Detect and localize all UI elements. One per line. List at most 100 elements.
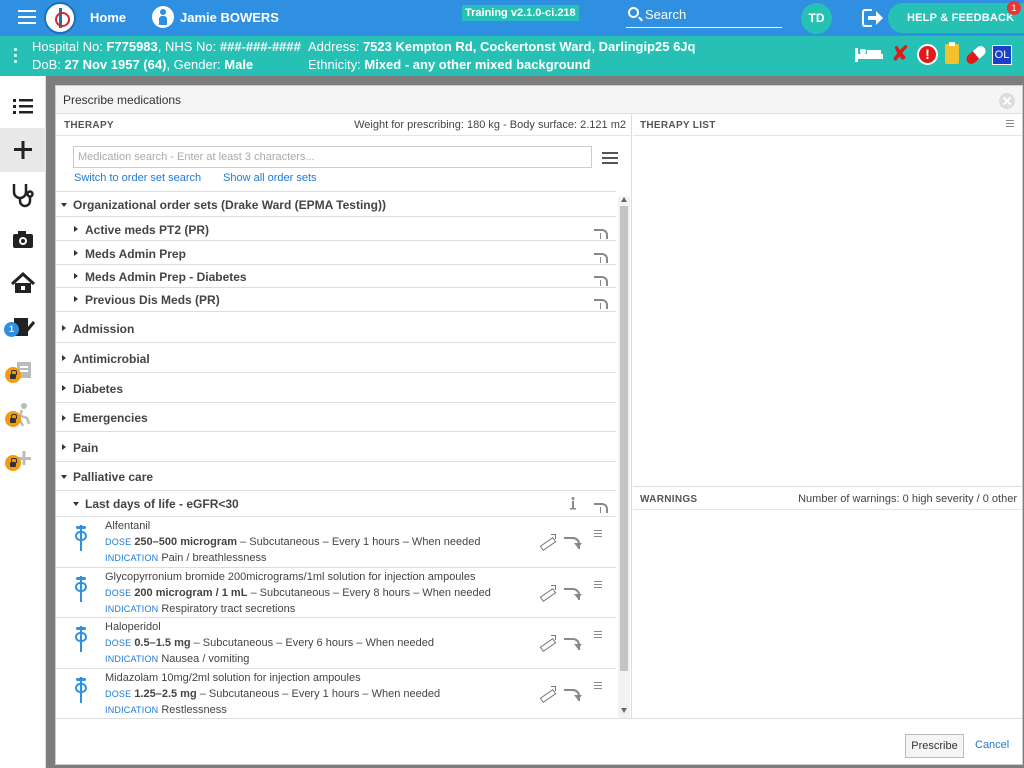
ol-badge[interactable]: OL [992, 45, 1012, 65]
address-line: Address: 7523 Kempton Rd, Cockertonst Wa… [308, 39, 695, 54]
tree-group[interactable]: Antimicrobial [56, 343, 616, 373]
home-link[interactable]: Home [90, 10, 126, 25]
edit-prescription-icon[interactable] [540, 585, 558, 600]
logout-icon[interactable] [862, 9, 883, 27]
bed-icon[interactable] [855, 48, 883, 62]
dob-label: DoB: [32, 57, 61, 72]
nav-list[interactable] [0, 84, 46, 128]
caret-right-icon [62, 355, 66, 361]
edit-prescription-icon[interactable] [540, 635, 558, 650]
scroll-up-arrow[interactable] [621, 197, 627, 202]
warnings-count: Number of warnings: 0 high severity / 0 … [798, 493, 1017, 505]
tree-group[interactable]: Pain [56, 432, 616, 462]
add-to-therapy-icon[interactable] [564, 537, 582, 549]
tree-item[interactable]: Meds Admin Prep - Diabetes [56, 265, 616, 288]
close-icon[interactable] [999, 93, 1015, 109]
hospital-no-label: Hospital No: [32, 39, 103, 54]
pill-icon[interactable] [964, 44, 988, 66]
search-box[interactable]: Search [626, 4, 782, 28]
tree-item[interactable]: Active meds PT2 (PR) [56, 218, 616, 241]
tree-item-last-days[interactable]: Last days of life - eGFR<30 [56, 491, 616, 517]
nav-camera[interactable] [0, 216, 46, 260]
nav-add[interactable] [0, 128, 46, 172]
dose-value: 200 microgram / 1 mL [134, 587, 248, 599]
dose-value: 0.5–1.5 mg [134, 637, 191, 649]
nav-clinical[interactable] [0, 172, 46, 216]
row-menu-icon[interactable] [594, 581, 602, 589]
edit-prescription-icon[interactable] [540, 534, 558, 549]
tree-scrollbar[interactable] [618, 196, 630, 718]
scroll-down-arrow[interactable] [621, 708, 627, 713]
tree-item[interactable]: Meds Admin Prep [56, 242, 616, 265]
tree-item-label: Active meds PT2 (PR) [85, 223, 210, 237]
add-to-therapy-icon[interactable] [564, 638, 582, 650]
medication-row[interactable]: Alfentanil DOSE 250–500 microgram – Subcu… [56, 517, 616, 568]
tree-group-org-sets[interactable]: Organizational order sets (Drake Ward (E… [56, 191, 616, 217]
medication-dose-line: DOSE 1.25–2.5 mg – Subcutaneous – Every 1… [105, 688, 440, 700]
medication-row[interactable]: Glycopyrronium bromide 200micrograms/1ml… [56, 568, 616, 618]
search-options-icon[interactable] [602, 152, 618, 164]
user-avatar[interactable]: TD [801, 3, 832, 34]
hospital-nhs-line: Hospital No: F775983, NHS No: ###-###-##… [32, 39, 301, 54]
prescribe-set-icon[interactable] [594, 229, 608, 239]
cross-alert-icon[interactable]: ✘ [891, 43, 909, 65]
banner-more-icon[interactable] [14, 48, 17, 64]
dob-value: 27 Nov 1957 (64) [64, 57, 167, 72]
medication-row[interactable]: Haloperidol DOSE 0.5–1.5 mg – Subcutaneou… [56, 618, 616, 669]
scrollbar-thumb[interactable] [620, 206, 628, 671]
help-feedback-button[interactable]: HELP & FEEDBACK [888, 3, 1024, 33]
prescribe-set-icon[interactable] [594, 503, 608, 513]
indication-value: Respiratory tract secretions [161, 603, 296, 615]
nav-notes[interactable]: 1 [0, 304, 46, 348]
medication-name: Haloperidol [105, 621, 161, 633]
tree-group[interactable]: Admission [56, 313, 616, 343]
clipboard-icon[interactable] [945, 42, 959, 64]
info-icon[interactable] [568, 496, 578, 512]
medication-dose-line: DOSE 0.5–1.5 mg – Subcutaneous – Every 6 … [105, 637, 434, 649]
prescribe-button[interactable]: Prescribe [905, 734, 964, 758]
medication-row[interactable]: Midazolam 10mg/2ml solution for injectio… [56, 669, 616, 718]
caret-right-icon [62, 444, 66, 450]
dose-details: – Subcutaneous – Every 8 hours – When ne… [247, 587, 491, 599]
row-menu-icon[interactable] [594, 530, 602, 538]
dose-details: – Subcutaneous – Every 1 hours – When ne… [196, 688, 441, 700]
medication-search-input[interactable] [73, 146, 592, 168]
tree-group[interactable]: Emergencies [56, 403, 616, 432]
row-menu-icon[interactable] [594, 631, 602, 639]
training-version-badge: Training v2.1.0-ci.218 [462, 5, 579, 21]
show-all-order-sets-link[interactable]: Show all order sets [223, 172, 317, 184]
tree-group-label: Diabetes [73, 382, 124, 396]
dialog-header: Prescribe medications [56, 86, 1022, 114]
nav-discharge[interactable] [0, 260, 46, 304]
nav-locked-records[interactable] [0, 348, 46, 392]
dose-details: – Subcutaneous – Every 6 hours – When ne… [190, 637, 434, 649]
tree-group-palliative[interactable]: Palliative care [56, 462, 616, 491]
medication-indication-line: INDICATION Nausea / vomiting [105, 653, 249, 665]
prescribe-set-icon[interactable] [594, 253, 608, 263]
dose-key: DOSE [105, 689, 132, 699]
switch-order-set-link[interactable]: Switch to order set search [74, 172, 201, 184]
tree-group-label: Palliative care [73, 470, 154, 484]
menu-icon[interactable] [18, 10, 36, 26]
nav-locked-mobility[interactable] [0, 392, 46, 436]
medication-name: Glycopyrronium bromide 200micrograms/1ml… [105, 571, 476, 583]
tree-group[interactable]: Diabetes [56, 373, 616, 403]
cancel-button[interactable]: Cancel [975, 739, 1009, 751]
tree-item[interactable]: Previous Dis Meds (PR) [56, 288, 616, 312]
add-to-therapy-icon[interactable] [564, 689, 582, 701]
tree-item-label: Last days of life - eGFR<30 [85, 497, 239, 511]
therapy-list-menu-icon[interactable] [1006, 120, 1014, 130]
caret-right-icon [62, 325, 66, 331]
nav-locked-add[interactable] [0, 436, 46, 480]
patient-name[interactable]: Jamie BOWERS [180, 10, 279, 25]
prescribe-set-icon[interactable] [594, 276, 608, 286]
tree-group-label: Organizational order sets (Drake Ward (E… [73, 198, 386, 212]
edit-prescription-icon[interactable] [540, 686, 558, 701]
prescribe-set-icon[interactable] [594, 299, 608, 309]
row-menu-icon[interactable] [594, 682, 602, 690]
indication-key: INDICATION [105, 705, 159, 715]
add-to-therapy-icon[interactable] [564, 588, 582, 600]
app-logo[interactable] [44, 2, 76, 34]
exclamation-alert-icon[interactable]: ! [917, 44, 938, 65]
search-icon [628, 7, 639, 18]
